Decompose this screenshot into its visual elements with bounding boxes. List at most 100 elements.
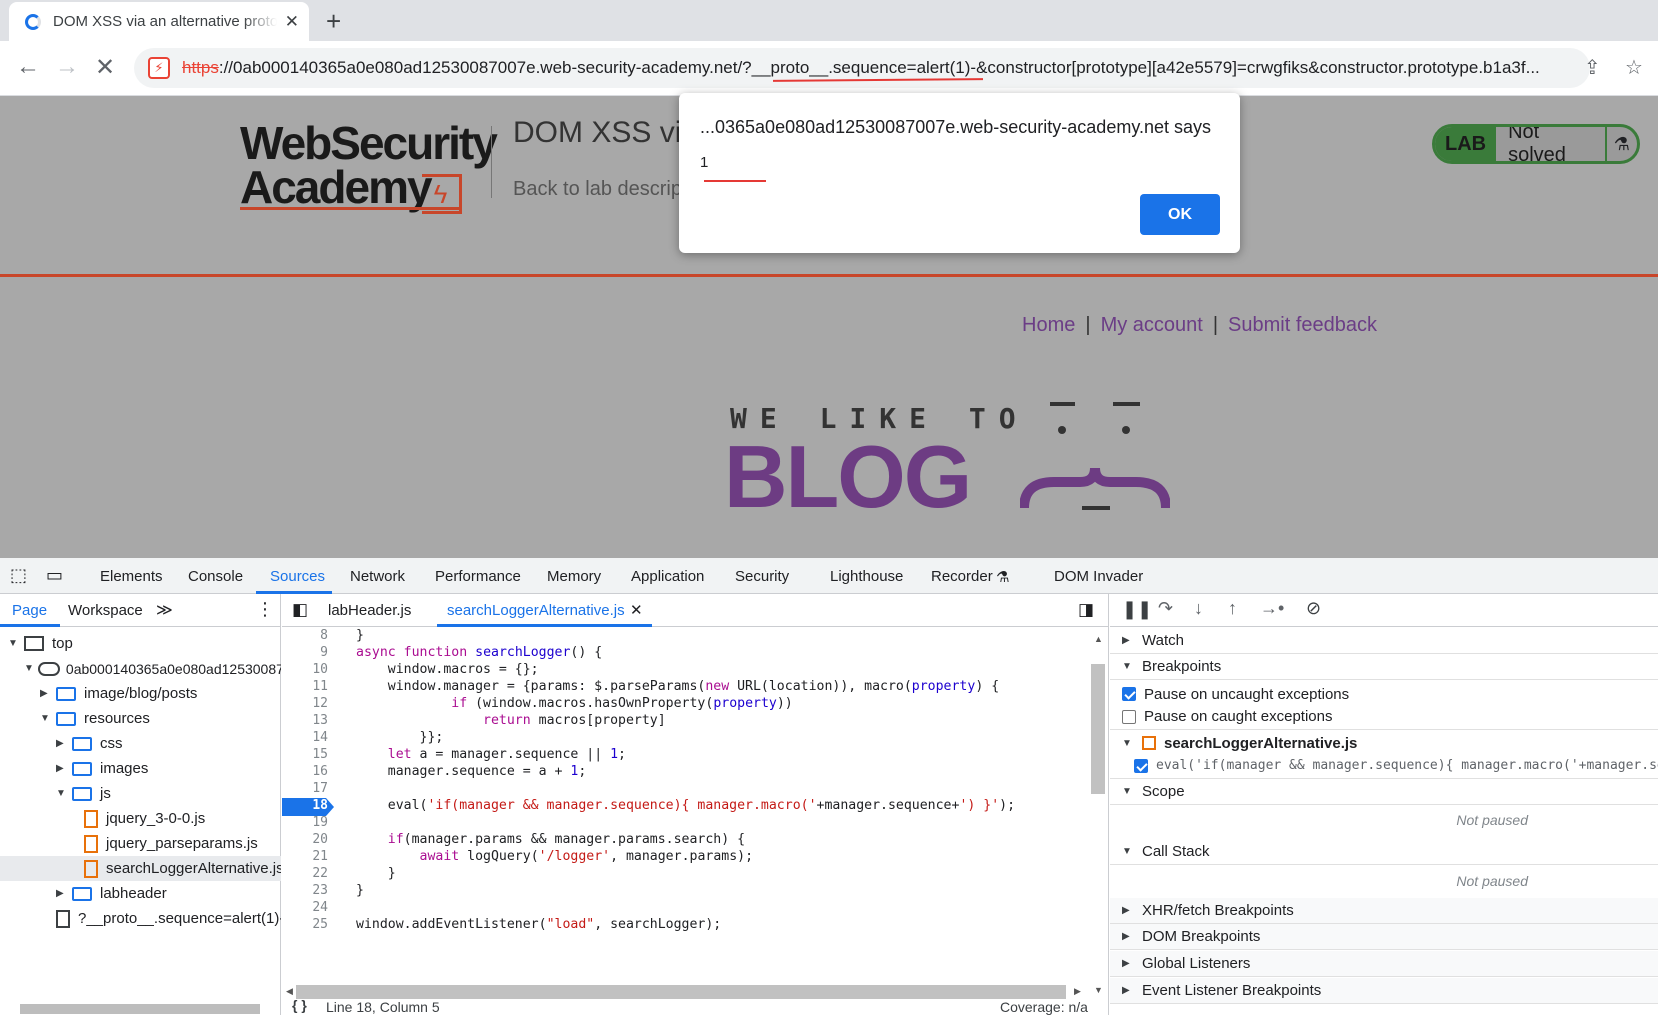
address-bar[interactable]: ⚡ https://0ab000140365a0e080ad1253008700… xyxy=(134,48,1590,88)
tab-application[interactable]: Application xyxy=(631,568,704,585)
breakpoint-code: eval('if(manager && manager.sequence){ m… xyxy=(1156,758,1658,773)
tree-item-top[interactable]: ▼ top xyxy=(0,631,281,656)
tree-item-folder[interactable]: ▶ images xyxy=(0,756,281,781)
watch-section[interactable]: ▶ Watch xyxy=(1110,628,1658,654)
editor-tab-labheader[interactable]: labHeader.js xyxy=(328,602,411,619)
nav-my-account[interactable]: My account xyxy=(1101,314,1203,336)
tab-workspace[interactable]: Workspace xyxy=(68,602,143,619)
tab-performance[interactable]: Performance xyxy=(435,568,521,585)
tab-dom-invader[interactable]: DOM Invader xyxy=(1054,568,1143,585)
tree-item-file[interactable]: ?__proto__.sequence=alert(1)-&constructo… xyxy=(0,906,281,931)
breakpoint-entry[interactable]: eval('if(manager && manager.sequence){ m… xyxy=(1110,753,1658,779)
line-number[interactable]: 17 xyxy=(282,781,328,796)
stop-icon[interactable]: ✕ xyxy=(95,53,115,82)
tab-security[interactable]: Security xyxy=(735,568,789,585)
expand-arrow-icon: ▼ xyxy=(24,663,34,674)
deactivate-breakpoints-icon[interactable]: ⊘ xyxy=(1306,598,1321,619)
toggle-debugger-icon[interactable]: ◨ xyxy=(1078,600,1094,620)
step-icon[interactable]: →• xyxy=(1260,598,1284,619)
breakpoints-section[interactable]: ▼ Breakpoints xyxy=(1110,654,1658,680)
scroll-up-icon[interactable]: ▲ xyxy=(1094,634,1103,644)
horizontal-scrollbar[interactable] xyxy=(20,1004,260,1014)
line-number[interactable]: 13 xyxy=(282,713,328,728)
line-number[interactable]: 20 xyxy=(282,832,328,847)
tab-recorder[interactable]: Recorder xyxy=(931,568,993,585)
line-number[interactable]: 14 xyxy=(282,730,328,745)
tab-console[interactable]: Console xyxy=(188,568,243,585)
not-secure-icon[interactable]: ⚡ xyxy=(148,57,170,79)
step-over-icon[interactable]: ↷ xyxy=(1158,598,1173,619)
nav-submit-feedback[interactable]: Submit feedback xyxy=(1228,314,1377,336)
nav-home[interactable]: Home xyxy=(1022,314,1075,336)
line-number[interactable]: 8 xyxy=(282,628,328,643)
line-number[interactable]: 19 xyxy=(282,815,328,830)
new-tab-icon[interactable]: + xyxy=(326,6,341,37)
breakpoint-checkbox[interactable] xyxy=(1134,758,1148,773)
more-tabs-icon[interactable]: ≫ xyxy=(156,600,173,620)
section-title: DOM Breakpoints xyxy=(1142,928,1261,945)
tree-item-folder[interactable]: ▼ resources xyxy=(0,706,281,731)
line-number[interactable]: 23 xyxy=(282,883,328,898)
tab-memory[interactable]: Memory xyxy=(547,568,601,585)
pause-caught-row[interactable]: Pause on caught exceptions xyxy=(1110,704,1658,730)
line-number[interactable]: 11 xyxy=(282,679,328,694)
tree-item-file-selected[interactable]: searchLoggerAlternative.js xyxy=(0,856,281,881)
tab-page[interactable]: Page xyxy=(12,602,47,619)
scope-section[interactable]: ▼ Scope xyxy=(1110,779,1658,805)
line-number[interactable]: 22 xyxy=(282,866,328,881)
dom-breakpoints-section[interactable]: ▶ DOM Breakpoints xyxy=(1110,924,1658,950)
step-out-icon[interactable]: ↑ xyxy=(1228,598,1237,619)
tab-lighthouse[interactable]: Lighthouse xyxy=(830,568,903,585)
device-toolbar-icon[interactable]: ▭ xyxy=(46,565,63,586)
line-number[interactable]: 10 xyxy=(282,662,328,677)
line-number[interactable]: 21 xyxy=(282,849,328,864)
pause-icon[interactable]: ❚❚ xyxy=(1122,599,1152,620)
code-area[interactable]: 8} 9 async function searchLogger() {10 win… xyxy=(282,628,1098,966)
code-line: 12 if (window.macros.hasOwnProperty(prop… xyxy=(282,696,1098,714)
share-icon[interactable]: ⇪ xyxy=(1584,55,1601,80)
scroll-right-icon[interactable]: ▶ xyxy=(1074,986,1081,997)
tree-item-folder[interactable]: ▶ image/blog/posts xyxy=(0,681,281,706)
tree-item-file[interactable]: jquery_parseparams.js xyxy=(0,831,281,856)
xhr-breakpoints-section[interactable]: ▶ XHR/fetch Breakpoints xyxy=(1110,898,1658,924)
pretty-print-icon[interactable]: { } xyxy=(292,997,307,1013)
step-into-icon[interactable]: ↓ xyxy=(1194,598,1203,619)
tree-item-folder[interactable]: ▶ labheader xyxy=(0,881,281,906)
ok-button[interactable]: OK xyxy=(1140,194,1220,235)
event-listener-breakpoints-section[interactable]: ▶ Event Listener Breakpoints xyxy=(1110,978,1658,1004)
close-tab-icon[interactable]: ✕ xyxy=(285,12,299,32)
line-number[interactable]: 12 xyxy=(282,696,328,711)
tree-item-folder[interactable]: ▼ js xyxy=(0,781,281,806)
line-number[interactable]: 16 xyxy=(282,764,328,779)
pause-uncaught-checkbox[interactable] xyxy=(1122,687,1136,701)
more-options-icon[interactable]: ⋮ xyxy=(256,599,274,620)
line-number[interactable]: 15 xyxy=(282,747,328,762)
line-number[interactable]: 24 xyxy=(282,900,328,915)
line-number[interactable]: 18 xyxy=(282,798,328,813)
browser-tab[interactable]: DOM XSS via an alternative prototype pol… xyxy=(9,2,309,41)
back-icon[interactable]: ← xyxy=(16,53,40,81)
call-stack-section[interactable]: ▼ Call Stack xyxy=(1110,839,1658,865)
editor-tab-searchlogger[interactable]: searchLoggerAlternative.js xyxy=(447,602,625,619)
line-number[interactable]: 9 xyxy=(282,645,328,660)
tab-elements[interactable]: Elements xyxy=(100,568,163,585)
line-number[interactable]: 25 xyxy=(282,917,328,932)
bookmark-star-icon[interactable]: ☆ xyxy=(1625,55,1643,80)
tree-item-folder[interactable]: ▶ css xyxy=(0,731,281,756)
vertical-scrollbar[interactable] xyxy=(1091,664,1105,794)
tree-item-file[interactable]: jquery_3-0-0.js xyxy=(0,806,281,831)
tab-sources[interactable]: Sources xyxy=(270,568,325,585)
forward-icon[interactable]: → xyxy=(55,53,79,81)
global-listeners-section[interactable]: ▶ Global Listeners xyxy=(1110,951,1658,977)
back-to-lab-link[interactable]: Back to lab descrip xyxy=(513,178,682,201)
scroll-left-icon[interactable]: ◀ xyxy=(286,986,293,997)
horizontal-scrollbar[interactable] xyxy=(296,985,1066,999)
tab-network[interactable]: Network xyxy=(350,568,405,585)
url-text: ://0ab000140365a0e080ad12530087007e.web-… xyxy=(218,58,1540,77)
tree-item-domain[interactable]: ▼ 0ab000140365a0e080ad12530087007e.web-se… xyxy=(0,656,281,681)
pause-caught-checkbox[interactable] xyxy=(1122,709,1136,724)
scroll-down-icon[interactable]: ▼ xyxy=(1094,985,1103,995)
toggle-navigator-icon[interactable]: ◧ xyxy=(292,600,308,620)
inspect-element-icon[interactable]: ⬚ xyxy=(10,565,27,586)
close-tab-icon[interactable]: ✕ xyxy=(630,601,643,619)
